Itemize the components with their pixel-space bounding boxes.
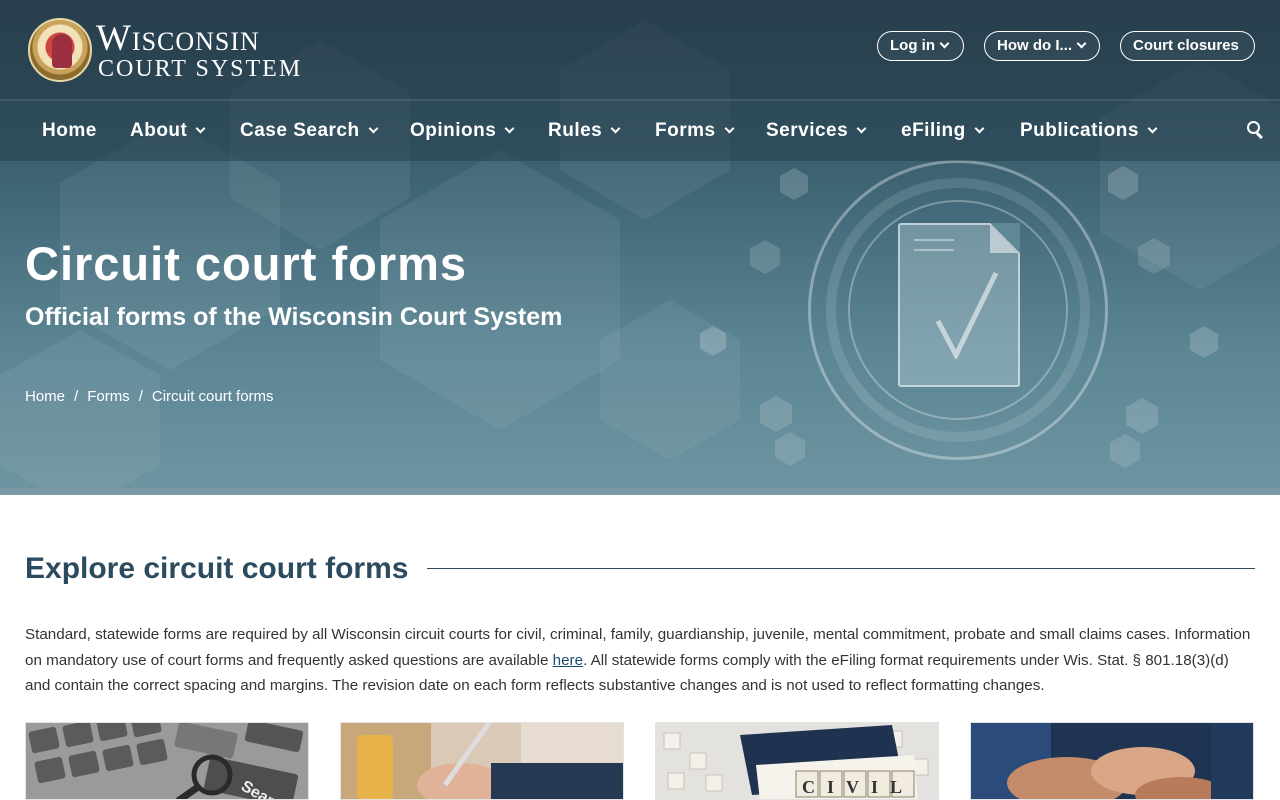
- nav-rules[interactable]: Rules: [548, 101, 621, 161]
- chevron-down-icon: [856, 123, 867, 134]
- hex-decoration: [1190, 326, 1218, 358]
- keyboard-image: Search: [26, 723, 308, 799]
- hands-image: [971, 723, 1253, 799]
- hex-decoration: [1110, 434, 1140, 468]
- intro-paragraph: Standard, statewide forms are required b…: [25, 626, 1251, 694]
- section-divider: [427, 568, 1255, 569]
- page-subtitle: Official forms of the Wisconsin Court Sy…: [25, 303, 563, 331]
- document-icon: [898, 223, 1020, 387]
- nav-services[interactable]: Services: [766, 101, 867, 161]
- nav-opinions[interactable]: Opinions: [410, 101, 515, 161]
- card-writing[interactable]: [340, 722, 624, 800]
- nav-efiling[interactable]: eFiling: [901, 101, 985, 161]
- chevron-down-icon: [610, 123, 621, 134]
- search-icon[interactable]: [1247, 121, 1265, 140]
- document-emblem: [808, 160, 1108, 460]
- chevron-down-icon: [724, 123, 735, 134]
- hex-decoration: [0, 330, 160, 495]
- chevron-down-icon: [939, 38, 950, 49]
- breadcrumb-current: Circuit court forms: [151, 388, 274, 405]
- card-image-text: CIVIL: [802, 777, 914, 797]
- chevron-down-icon: [1147, 123, 1158, 134]
- breadcrumb: Home / Forms / Circuit court forms: [25, 388, 274, 405]
- chevron-down-icon: [1076, 38, 1087, 49]
- card-hands[interactable]: [970, 722, 1254, 800]
- hero-divider: [0, 488, 1280, 495]
- card-civil-book[interactable]: CIVIL: [655, 722, 939, 800]
- chevron-down-icon: [974, 123, 985, 134]
- chevron-down-icon: [368, 123, 379, 134]
- hex-decoration: [780, 168, 808, 200]
- hex-decoration: [775, 432, 805, 466]
- chevron-down-icon: [504, 123, 515, 134]
- site-logo[interactable]: Wisconsin Court System: [28, 18, 308, 84]
- writing-image: [341, 723, 623, 799]
- card-keyboard[interactable]: Search: [25, 722, 309, 800]
- hex-decoration: [1126, 398, 1158, 434]
- hex-decoration: [750, 240, 780, 274]
- faq-link[interactable]: here: [553, 652, 583, 669]
- nav-case-search[interactable]: Case Search: [240, 101, 379, 161]
- court-closures-button[interactable]: Court closures: [1120, 31, 1255, 61]
- nav-forms[interactable]: Forms: [655, 101, 735, 161]
- section-title: Explore circuit court forms: [25, 552, 409, 585]
- login-button[interactable]: Log in: [877, 31, 964, 61]
- court-seal-icon: [28, 18, 92, 82]
- civil-book-image: CIVIL: [656, 723, 938, 799]
- logo-subtitle: Court System: [98, 56, 303, 82]
- nav-home[interactable]: Home: [42, 101, 97, 161]
- checkmark-icon: [935, 271, 999, 359]
- breadcrumb-home[interactable]: Home: [25, 388, 65, 405]
- chevron-down-icon: [195, 123, 206, 134]
- breadcrumb-forms[interactable]: Forms: [87, 388, 130, 405]
- logo-title: Wisconsin: [96, 18, 260, 59]
- nav-publications[interactable]: Publications: [1020, 101, 1158, 161]
- hex-decoration: [600, 300, 740, 460]
- how-do-i-button[interactable]: How do I...: [984, 31, 1100, 61]
- nav-about[interactable]: About: [130, 101, 206, 161]
- page-title: Circuit court forms: [25, 237, 468, 290]
- hex-decoration: [760, 396, 792, 432]
